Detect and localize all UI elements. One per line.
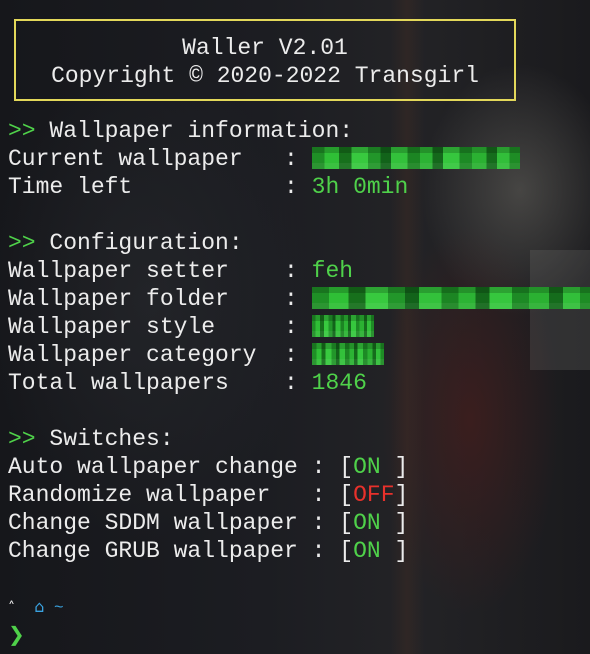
switch-label: Randomize wallpaper (8, 482, 298, 508)
banner-title: Waller V2.01 (182, 35, 348, 61)
switch-label: Auto wallpaper change (8, 454, 298, 480)
style-label: Wallpaper style (8, 314, 271, 340)
separator: : (270, 342, 312, 368)
row-total-wallpapers: Total wallpapers : 1846 (8, 369, 367, 397)
total-value: 1846 (311, 370, 367, 396)
command-input-prompt[interactable]: ❯ (8, 620, 25, 648)
shell-prompt-info: ˄ ⌂ ~ (8, 597, 64, 617)
terminal-output: Waller V2.01 Copyright © 2020-2022 Trans… (0, 0, 590, 654)
arch-linux-icon: ˄ (8, 600, 15, 616)
separator: : (270, 286, 312, 312)
separator: : (297, 482, 340, 508)
separator: : (297, 454, 340, 480)
row-time-left: Time left : 3h 0min (8, 173, 408, 201)
switch-sddm: Change SDDM wallpaper : [ON ] (8, 510, 409, 536)
time-left-value: 3h 0min (311, 174, 409, 200)
separator: : (297, 510, 340, 536)
separator: : (270, 258, 312, 284)
row-current-wallpaper: Current wallpaper : (8, 145, 520, 173)
home-icon: ⌂ (34, 597, 45, 616)
section-heading-info: >> Wallpaper information: (8, 117, 353, 145)
row-wallpaper-style: Wallpaper style : (8, 313, 374, 341)
prompt-arrow: >> (8, 118, 36, 144)
switch-label: Change GRUB wallpaper (8, 538, 298, 564)
category-label: Wallpaper category (8, 342, 271, 368)
switch-state: ON (353, 538, 395, 564)
category-value-redacted (311, 343, 384, 365)
time-left-label: Time left (8, 174, 271, 200)
separator: : (270, 370, 312, 396)
switch-auto-change: Auto wallpaper change : [ON ] (8, 454, 409, 480)
setter-value: feh (311, 258, 354, 284)
switch-grub: Change GRUB wallpaper : [ON ] (8, 538, 409, 564)
folder-label: Wallpaper folder (8, 286, 271, 312)
separator: : (270, 174, 312, 200)
section-heading-switches: >> Switches: (8, 425, 174, 453)
banner-box: Waller V2.01 Copyright © 2020-2022 Trans… (14, 19, 516, 101)
row-wallpaper-category: Wallpaper category : (8, 341, 384, 369)
style-value-redacted (311, 315, 374, 337)
info-heading: Wallpaper information: (49, 118, 354, 144)
row-wallpaper-setter: Wallpaper setter : feh (8, 257, 353, 285)
separator: : (270, 314, 312, 340)
switch-state: OFF (353, 482, 395, 508)
prompt-arrow: >> (8, 230, 36, 256)
switch-label: Change SDDM wallpaper (8, 510, 298, 536)
switches-heading: Switches: (49, 426, 174, 452)
row-wallpaper-folder: Wallpaper folder : (8, 285, 590, 313)
separator: : (297, 538, 340, 564)
section-heading-config: >> Configuration: (8, 229, 243, 257)
prompt-arrow: >> (8, 426, 36, 452)
folder-value-redacted (311, 287, 590, 309)
switch-randomize: Randomize wallpaper : [OFF] (8, 482, 409, 508)
prompt-chevron-icon: ❯ (8, 622, 25, 646)
switch-state: ON (353, 510, 395, 536)
switch-state: ON (353, 454, 395, 480)
banner-copyright: Copyright © 2020-2022 Transgirl (51, 63, 479, 89)
current-wallpaper-label: Current wallpaper (8, 146, 271, 172)
total-label: Total wallpapers (8, 370, 271, 396)
config-heading: Configuration: (49, 230, 243, 256)
separator: : (270, 146, 312, 172)
current-wallpaper-value-redacted (311, 147, 520, 169)
current-directory: ~ (53, 599, 64, 617)
setter-label: Wallpaper setter (8, 258, 271, 284)
